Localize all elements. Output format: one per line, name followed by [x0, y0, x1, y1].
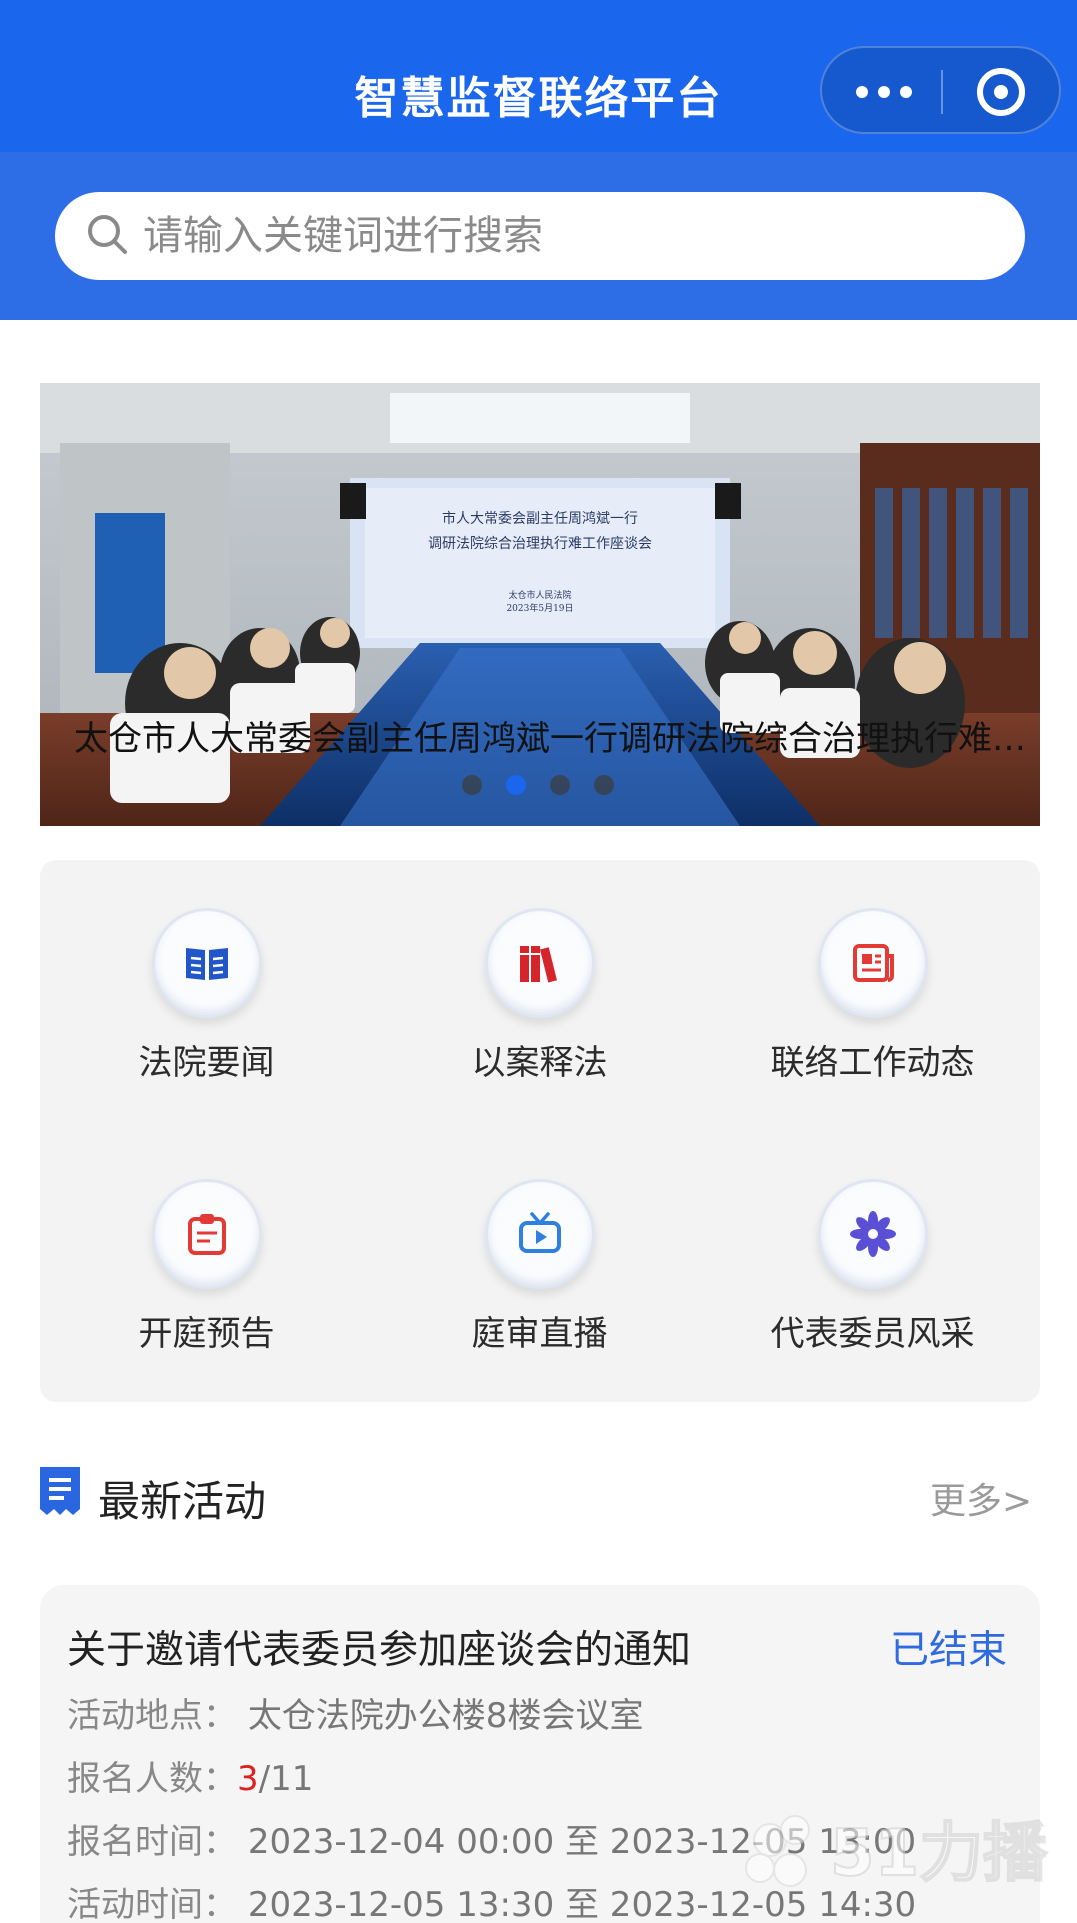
carousel-dot[interactable]	[550, 775, 570, 795]
grid-label: 以案释法	[471, 1043, 608, 1083]
tv-play-icon	[519, 1212, 561, 1253]
location-label: 活动地点：	[67, 1696, 237, 1736]
status-badge: 已结束	[890, 1628, 1008, 1673]
carousel-dot[interactable]	[594, 775, 614, 795]
count-total: /11	[258, 1759, 314, 1799]
books-icon	[520, 946, 557, 983]
watermark-logo: 51力播	[745, 1815, 1049, 1892]
signup-label: 报名时间：	[67, 1822, 237, 1862]
grid-label: 法院要闻	[138, 1043, 275, 1083]
screen-line-3: 太仓市人民法院	[508, 589, 571, 601]
screen-line-4: 2023年5月19日	[506, 602, 573, 614]
more-dots-icon[interactable]	[856, 76, 912, 108]
flower-icon	[850, 1211, 896, 1257]
grid-label: 开庭预告	[138, 1314, 275, 1354]
icon-button[interactable]	[818, 1179, 928, 1289]
banner-carousel[interactable]: 市人大常委会副主任周鸿斌一行 调研法院综合治理执行难工作座谈会 太仓市人民法院 …	[40, 383, 1040, 826]
feature-grid: 法院要闻 以案释法 联络工作动态 开庭预告 庭审直播 代表委员风采	[40, 860, 1040, 1402]
mini-program-capsule	[820, 46, 1061, 134]
location-value: 太仓法院办公楼8楼会议室	[247, 1696, 644, 1736]
grid-item-hearing-notice[interactable]: 开庭预告	[40, 1131, 373, 1354]
count-current: 3	[237, 1759, 259, 1799]
app-header: 智慧监督联络平台	[0, 0, 1077, 152]
count-label: 报名人数：	[67, 1759, 237, 1799]
icon-button[interactable]	[818, 908, 928, 1018]
capsule-divider	[941, 70, 943, 114]
search-icon	[88, 215, 127, 254]
carousel-dot-active[interactable]	[506, 775, 526, 795]
grid-item-case-law[interactable]: 以案释法	[373, 860, 706, 1083]
grid-label: 庭审直播	[471, 1314, 608, 1354]
newspaper-icon	[853, 944, 894, 982]
grid-item-liaison-news[interactable]: 联络工作动态	[706, 860, 1039, 1083]
clipboard-icon	[188, 1214, 226, 1255]
screen-line-1: 市人大常委会副主任周鸿斌一行	[442, 510, 638, 527]
carousel-dot[interactable]	[462, 775, 482, 795]
grid-label: 代表委员风采	[770, 1314, 975, 1354]
section-title: 最新活动	[98, 1477, 267, 1526]
list-icon	[40, 1467, 80, 1515]
activity-count-row: 报名人数：3/11	[67, 1751, 313, 1800]
grid-label: 联络工作动态	[770, 1043, 975, 1083]
target-icon[interactable]	[977, 68, 1025, 116]
search-bar[interactable]	[55, 192, 1025, 280]
watermark-text: 51力播	[830, 1817, 1048, 1891]
grid-item-representatives[interactable]: 代表委员风采	[706, 1131, 1039, 1354]
icon-button[interactable]	[152, 908, 262, 1018]
search-input[interactable]	[143, 206, 983, 266]
activity-title: 关于邀请代表委员参加座谈会的通知	[67, 1628, 692, 1673]
event-label: 活动时间：	[67, 1885, 237, 1923]
book-icon	[186, 948, 228, 980]
icon-button[interactable]	[485, 908, 595, 1018]
grid-item-court-news[interactable]: 法院要闻	[40, 860, 373, 1083]
icon-button[interactable]	[485, 1179, 595, 1289]
banner-caption[interactable]: 太仓市人大常委会副主任周鸿斌一行调研法院综合治理执行难工作座谈会	[74, 711, 1040, 760]
screen-line-2: 调研法院综合治理执行难工作座谈会	[428, 536, 652, 552]
search-band	[0, 152, 1077, 320]
grid-item-trial-live[interactable]: 庭审直播	[373, 1131, 706, 1354]
more-link[interactable]: 更多>	[930, 1472, 1032, 1524]
icon-button[interactable]	[152, 1179, 262, 1289]
activity-location-row: 活动地点： 太仓法院办公楼8楼会议室	[67, 1688, 643, 1737]
